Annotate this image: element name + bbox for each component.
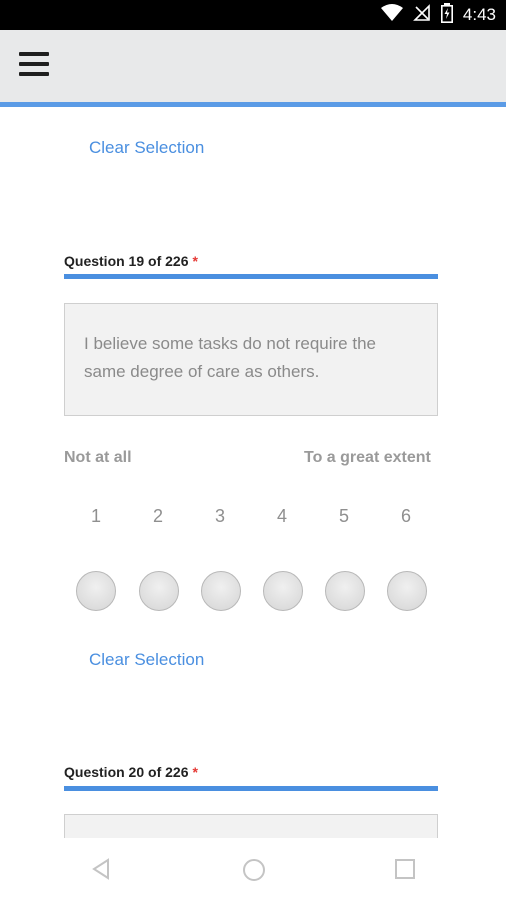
hamburger-menu-icon[interactable] <box>19 52 49 76</box>
radio-option-3[interactable] <box>201 571 241 611</box>
scale-high-label: To a great extent <box>304 449 431 466</box>
required-asterisk: * <box>192 764 198 780</box>
battery-icon <box>440 2 453 28</box>
wifi-icon <box>380 3 403 27</box>
radio-option-2[interactable] <box>139 571 179 611</box>
scale-number-4: 4 <box>276 506 287 526</box>
question-20-label: Question 20 of 226 <box>64 764 189 780</box>
question-19-text-box: I believe some tasks do not require the … <box>64 303 438 416</box>
scale-number-5: 5 <box>338 506 349 526</box>
scale-number-6: 6 <box>400 506 411 526</box>
scale-number-1: 1 <box>90 506 101 526</box>
clear-selection-link[interactable]: Clear Selection <box>89 650 204 670</box>
question-19-label: Question 19 of 226 <box>64 253 189 269</box>
radio-option-1[interactable] <box>76 571 116 611</box>
question-20-title: Question 20 of 226 * <box>64 764 198 780</box>
app-bar-accent-line <box>0 102 506 107</box>
status-time: 4:43 <box>462 5 496 24</box>
app-bar <box>0 30 506 102</box>
no-signal-icon <box>412 3 431 27</box>
recents-square-icon[interactable] <box>395 859 415 884</box>
radio-option-6[interactable] <box>387 571 427 611</box>
home-circle-icon[interactable] <box>242 858 266 887</box>
radio-option-5[interactable] <box>325 571 365 611</box>
scale-number-2: 2 <box>152 506 163 526</box>
scale-number-3: 3 <box>214 506 225 526</box>
radio-option-4[interactable] <box>263 571 303 611</box>
scale-low-label: Not at all <box>64 449 132 466</box>
question-20-progress-line <box>64 786 438 791</box>
status-bar: 4:43 <box>0 0 506 30</box>
question-19-progress-line <box>64 274 438 279</box>
question-19-text: I believe some tasks do not require the … <box>84 334 376 381</box>
clear-selection-link-previous[interactable]: Clear Selection <box>89 138 204 158</box>
system-navigation-bar <box>0 838 506 900</box>
required-asterisk: * <box>192 253 198 269</box>
back-triangle-icon[interactable] <box>90 858 112 885</box>
question-19-title: Question 19 of 226 * <box>64 253 198 269</box>
